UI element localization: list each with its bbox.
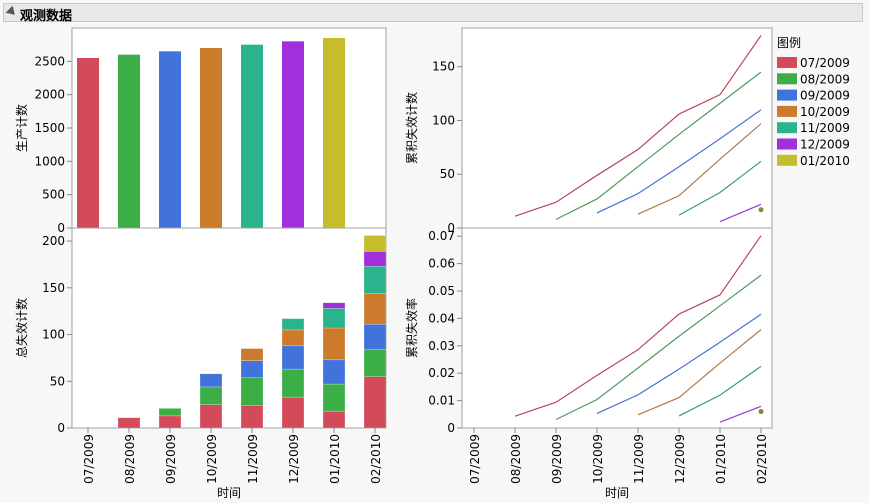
x-tick-label: 11/2009 [632, 434, 646, 484]
y-tick-label: 0.02 [428, 366, 455, 380]
stacked-bar-segment [281, 368, 305, 398]
point-01/2010 [758, 409, 764, 415]
y-tick-label: 0.04 [428, 311, 455, 325]
x-tick-label: 12/2009 [287, 434, 301, 484]
legend-item-label: 01/2010 [800, 154, 850, 168]
stacked-bar-segment [322, 308, 346, 329]
y-tick-label: 0.03 [428, 339, 455, 353]
y-axis-label: 累积失效率 [404, 298, 419, 358]
y-tick-label: 50 [50, 374, 65, 388]
legend-item-label: 11/2009 [800, 121, 850, 135]
x-tick-label: 10/2009 [205, 434, 219, 484]
stacked-bar-segment [240, 377, 264, 406]
bar-09/2009 [159, 51, 181, 229]
y-tick-label: 100 [432, 113, 455, 127]
y-axis-label: 累积失效计数 [404, 92, 419, 164]
bar-08/2009 [118, 54, 140, 228]
stacked-bar-segment [363, 376, 387, 429]
bar-10/2009 [200, 48, 222, 228]
stacked-bar-segment [322, 302, 346, 309]
x-tick-label: 09/2009 [164, 434, 178, 484]
stacked-bar-segment [363, 235, 387, 252]
plot-frame-top-right [461, 27, 773, 229]
stacked-bar-segment [158, 415, 182, 429]
stacked-bar-segment [199, 386, 223, 405]
x-tick-label: 07/2009 [468, 434, 482, 484]
legend-swatch [777, 105, 797, 117]
legend-swatch [777, 57, 797, 68]
y-tick-label: 0 [57, 221, 65, 235]
legend-item-label: 09/2009 [800, 89, 850, 103]
stacked-bar-segment [199, 404, 223, 429]
legend-swatch [777, 138, 797, 150]
y-tick-label: 2500 [34, 54, 65, 68]
stacked-bar-segment [158, 408, 182, 417]
stacked-bar-segment [281, 396, 305, 429]
stacked-bar-segment [199, 373, 223, 388]
stacked-bar-segment [240, 405, 264, 429]
y-tick-label: 100 [42, 328, 65, 342]
x-tick-label: 01/2010 [328, 434, 342, 484]
legend-swatch [777, 73, 797, 85]
stacked-bar-segment [363, 349, 387, 377]
stacked-bar-segment [363, 323, 387, 350]
stacked-bar-segment [240, 348, 264, 362]
y-axis-label: 生产计数 [14, 104, 29, 152]
x-tick-label: 09/2009 [550, 434, 564, 484]
stacked-bar-segment [281, 318, 305, 331]
stacked-bar-segment [363, 266, 387, 294]
legend-swatch [777, 89, 797, 101]
x-tick-label: 08/2009 [123, 434, 137, 484]
x-axis-label: 时间 [605, 486, 629, 500]
y-tick-label: 0.07 [428, 229, 455, 243]
y-tick-label: 150 [432, 60, 455, 74]
stacked-bar-segment [281, 329, 305, 347]
x-tick-label: 02/2010 [369, 434, 383, 484]
bar-11/2009 [241, 44, 263, 228]
stacked-bar-segment [322, 410, 346, 429]
y-tick-label: 500 [42, 188, 65, 202]
y-tick-label: 1500 [34, 121, 65, 135]
stacked-bar-segment [322, 359, 346, 385]
stacked-bar-segment [281, 345, 305, 370]
chart-canvas: 05001000150020002500生产计数050100150200总失效计… [14, 27, 850, 500]
stacked-bar-segment [322, 383, 346, 412]
x-tick-label: 07/2009 [82, 434, 96, 484]
legend-item-label: 10/2009 [800, 105, 850, 119]
y-tick-label: 150 [42, 281, 65, 295]
y-tick-label: 0.05 [428, 284, 455, 298]
stacked-bar-segment [363, 293, 387, 325]
x-tick-label: 11/2009 [246, 434, 260, 484]
bar-12/2009 [282, 41, 304, 229]
plot-frame-bottom-right [461, 227, 773, 429]
x-tick-label: 01/2010 [714, 434, 728, 484]
stacked-bar-segment [363, 251, 387, 267]
y-tick-label: 0.01 [428, 394, 455, 408]
point-01/2010 [758, 207, 764, 213]
legend-item-label: 12/2009 [800, 138, 850, 152]
legend-swatch [777, 154, 797, 166]
y-axis-label: 总失效计数 [14, 298, 29, 358]
x-tick-label: 08/2009 [509, 434, 523, 484]
stacked-bar-segment [322, 327, 346, 361]
x-tick-label: 02/2010 [755, 434, 769, 484]
stacked-bar-segment [117, 417, 141, 429]
y-tick-label: 200 [42, 234, 65, 248]
bar-01/2010 [323, 38, 345, 228]
y-tick-label: 0 [57, 421, 65, 435]
y-tick-label: 0 [447, 421, 455, 435]
x-tick-label: 12/2009 [673, 434, 687, 484]
y-tick-label: 2000 [34, 88, 65, 102]
stacked-bar-segment [240, 360, 264, 378]
bar-07/2009 [77, 58, 99, 228]
y-tick-label: 50 [440, 167, 455, 181]
legend-item-label: 07/2009 [800, 56, 850, 70]
y-tick-label: 0.06 [428, 257, 455, 271]
legend-title: 图例 [777, 36, 801, 50]
legend-swatch [777, 122, 797, 134]
x-tick-label: 10/2009 [591, 434, 605, 484]
y-tick-label: 1000 [34, 154, 65, 168]
x-axis-label: 时间 [217, 486, 241, 500]
legend-item-label: 08/2009 [800, 72, 850, 86]
